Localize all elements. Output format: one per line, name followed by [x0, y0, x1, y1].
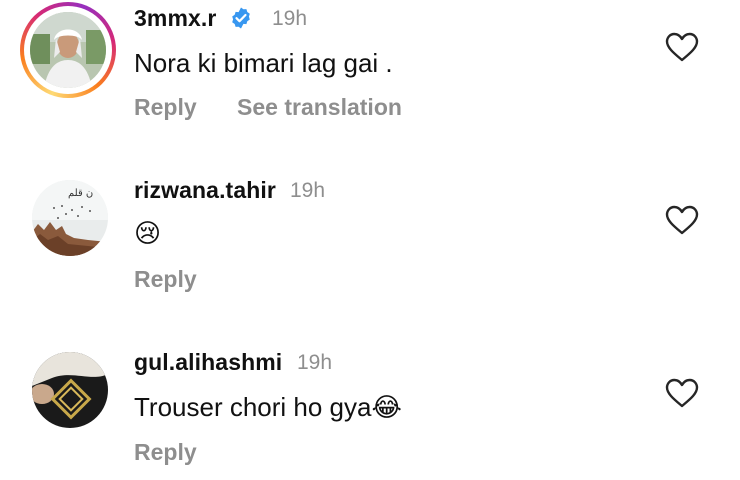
comment-item: ﻥ ﻗﻠﻢ rizwana.tahir 19h 😢 Reply	[0, 170, 740, 300]
reply-button[interactable]: Reply	[134, 94, 197, 120]
heart-outline-icon[interactable]	[665, 32, 699, 62]
comment-timestamp: 19h	[297, 351, 333, 374]
comment-actions: Reply See translation	[134, 94, 436, 121]
comment-item: 3mmx.r 19h Nora ki bimari lag gai . Repl…	[0, 0, 740, 130]
comment-actions: Reply	[134, 266, 231, 293]
comment-timestamp: 19h	[290, 179, 326, 202]
svg-text:ﻥ ﻗﻠﻢ: ﻥ ﻗﻠﻢ	[68, 188, 93, 199]
comment-username[interactable]: 3mmx.r	[134, 5, 216, 32]
avatar[interactable]	[32, 352, 108, 428]
reply-button[interactable]: Reply	[134, 266, 197, 292]
comment-text: 😢	[134, 218, 162, 248]
comment-text: Nora ki bimari lag gai .	[134, 48, 393, 78]
reply-button[interactable]: Reply	[134, 439, 197, 465]
comment-timestamp: 19h	[272, 7, 308, 30]
verified-badge-icon	[232, 7, 250, 29]
avatar[interactable]	[30, 12, 106, 88]
comment-username[interactable]: gul.alihashmi	[134, 349, 282, 376]
see-translation-button[interactable]: See translation	[237, 94, 402, 120]
comment-actions: Reply	[134, 439, 231, 466]
comment-text: Trouser chori ho gya😂	[134, 392, 402, 422]
comment-item: gul.alihashmi 19h Trouser chori ho gya😂 …	[0, 342, 740, 480]
comment-username[interactable]: rizwana.tahir	[134, 177, 276, 204]
heart-outline-icon[interactable]	[665, 205, 699, 235]
heart-outline-icon[interactable]	[665, 378, 699, 408]
avatar[interactable]: ﻥ ﻗﻠﻢ	[32, 180, 108, 256]
